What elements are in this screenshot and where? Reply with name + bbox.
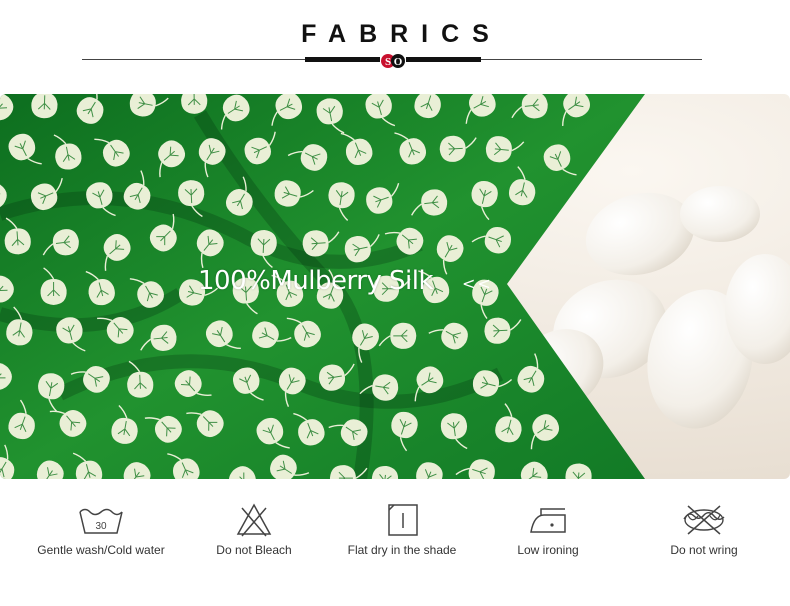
page-header: FABRICS S O	[0, 0, 790, 90]
low-iron-icon	[530, 508, 566, 533]
no-wring-icon	[683, 505, 725, 535]
care-item-dry: Flat dry in the shade	[327, 495, 477, 557]
cocoon	[680, 186, 760, 242]
svg-text:O: O	[394, 56, 403, 68]
flat-dry-shade-icon	[388, 504, 418, 536]
no-bleach-icon	[236, 503, 272, 537]
svg-text:S: S	[385, 56, 391, 68]
care-item-iron: Low ironing	[473, 495, 623, 557]
page-title: FABRICS	[301, 20, 502, 48]
care-label-wash: Gentle wash/Cold water	[37, 543, 165, 557]
brand-logo: S O	[380, 52, 406, 70]
care-label-dry: Flat dry in the shade	[347, 543, 457, 557]
care-label-iron: Low ironing	[517, 543, 579, 557]
banner-headline: 100%Mulberry Silk	[198, 266, 434, 296]
banner-arrows: <<	[462, 274, 493, 293]
fabric-banner: 100%Mulberry Silk <<	[0, 94, 790, 479]
svg-text:30: 30	[95, 521, 107, 532]
wash-30-icon: 30	[79, 508, 123, 534]
care-item-bleach: Do not Bleach	[179, 495, 329, 557]
care-label-wring: Do not wring	[670, 543, 738, 557]
care-item-wring: Do not wring	[629, 495, 779, 557]
brand-logo-icon: S O	[381, 54, 405, 68]
care-item-wash: 30 Gentle wash/Cold water	[26, 495, 176, 557]
care-label-bleach: Do not Bleach	[216, 543, 292, 557]
care-instructions: 30 Gentle wash/Cold water Do not Bleach …	[0, 495, 790, 575]
